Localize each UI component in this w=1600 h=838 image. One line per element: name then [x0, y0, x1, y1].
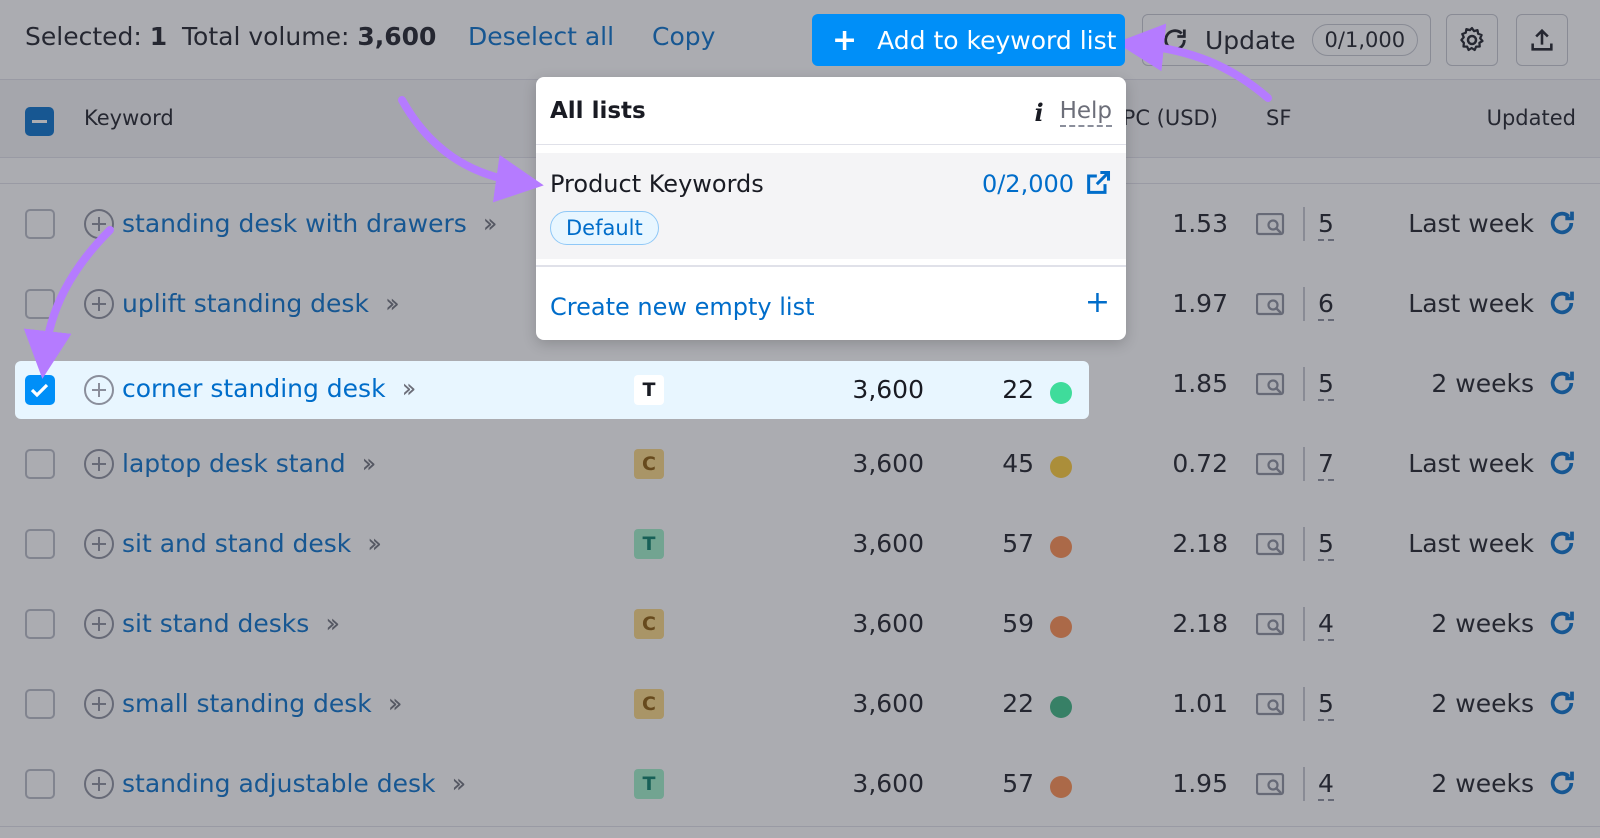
help-link[interactable]: i Help	[1034, 97, 1112, 127]
external-link-icon[interactable]	[1084, 169, 1112, 197]
info-icon: i	[1034, 97, 1044, 127]
add-to-keyword-list-button[interactable]: + Add to keyword list	[812, 14, 1125, 66]
default-badge: Default	[550, 211, 659, 245]
kd-dot	[1050, 382, 1072, 404]
list-name: Product Keywords	[550, 170, 764, 198]
intent-badge: T	[634, 375, 664, 405]
keyword-list-dropdown: All lists i Help Product Keywords 0/2,00…	[536, 77, 1126, 340]
kd-value: 22	[1002, 375, 1034, 404]
create-new-list-link[interactable]: Create new empty list	[550, 293, 814, 321]
add-to-list-label: Add to keyword list	[877, 25, 1117, 55]
selected-keyword-row[interactable]: corner standing desk ›› T 3,600 22	[15, 361, 1089, 419]
plus-icon: +	[832, 22, 858, 58]
keyword-link[interactable]: corner standing desk ››	[122, 374, 417, 404]
add-keyword-icon[interactable]	[84, 375, 114, 405]
volume-value: 3,600	[852, 375, 924, 404]
help-label: Help	[1059, 97, 1112, 127]
chevron-right-icon[interactable]: ››	[402, 374, 417, 404]
dropdown-title: All lists	[550, 98, 646, 124]
list-count: 0/2,000	[981, 170, 1074, 198]
row-checkbox-checked[interactable]	[25, 375, 55, 405]
checkmark-icon	[30, 383, 49, 398]
plus-icon[interactable]: +	[1085, 285, 1110, 320]
divider	[536, 265, 1126, 267]
